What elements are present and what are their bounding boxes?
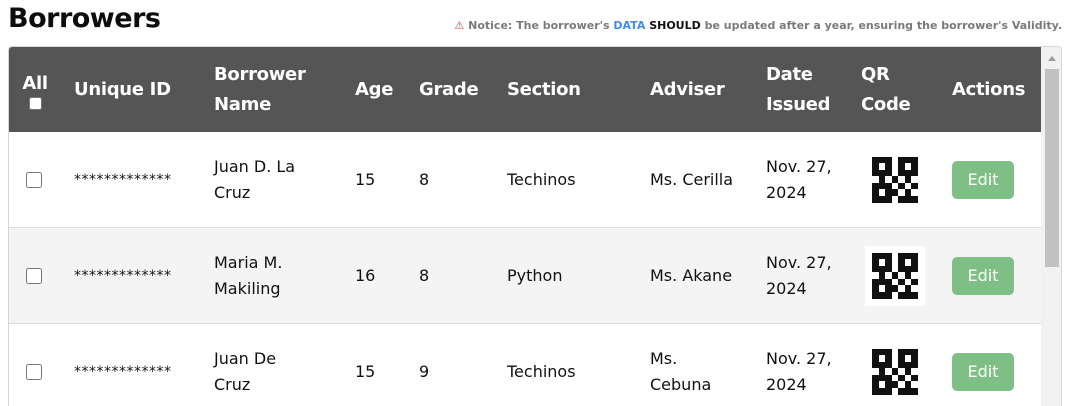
adviser-cell: Ms. Cerilla bbox=[650, 132, 733, 227]
row-select-checkbox[interactable] bbox=[26, 267, 42, 284]
borrower-name-line-1: Juan D. La bbox=[214, 156, 296, 176]
header-section-label: Section bbox=[507, 78, 581, 100]
qr-code-image bbox=[872, 156, 918, 203]
date-line-1: Nov. 27, bbox=[766, 348, 832, 368]
header-qr-label-1: QR bbox=[861, 63, 890, 85]
table-row: ************* Juan De Cruz 15 9 Techinos… bbox=[9, 324, 1041, 406]
header-qr-code: QR Code bbox=[861, 47, 911, 132]
actions-cell: Edit bbox=[952, 132, 1014, 227]
header-date-issued[interactable]: Date Issued bbox=[766, 47, 831, 132]
date-issued-cell: Nov. 27, 2024 bbox=[766, 132, 832, 227]
borrower-name-line-1: Juan De bbox=[214, 348, 277, 368]
header-age[interactable]: Age bbox=[355, 47, 393, 132]
row-select-checkbox[interactable] bbox=[26, 171, 42, 188]
section-cell: Techinos bbox=[507, 169, 576, 189]
date-issued-cell: Nov. 27, 2024 bbox=[766, 228, 832, 323]
notice-prefix: Notice: The borrower's bbox=[468, 19, 614, 32]
header-borrower-label-2: Name bbox=[214, 93, 271, 115]
header-unique-id[interactable]: Unique ID bbox=[74, 47, 171, 132]
unique-id-cell: ************* bbox=[74, 171, 172, 188]
qr-code-image bbox=[872, 348, 918, 395]
borrower-name-line-1: Maria M. bbox=[214, 252, 283, 272]
age-cell: 15 bbox=[355, 361, 376, 381]
header-actions-label: Actions bbox=[952, 78, 1026, 100]
adviser-line-2: Cebuna bbox=[650, 374, 712, 394]
actions-cell: Edit bbox=[952, 324, 1014, 406]
unique-id-cell: ************* bbox=[74, 363, 172, 380]
header-all-label: All bbox=[22, 73, 48, 94]
borrowers-page: Borrowers ⚠ Notice: The borrower's DATA … bbox=[0, 0, 1078, 406]
adviser-line-1: Ms. Cerilla bbox=[650, 169, 734, 189]
notice-suffix: be updated after a year, ensuring the bo… bbox=[700, 19, 1062, 32]
age-cell: 16 bbox=[355, 265, 376, 285]
table-header: All Unique ID Borrower Name Age Grade Se… bbox=[9, 47, 1041, 132]
notice-should-word: SHOULD bbox=[649, 19, 701, 32]
qr-code-icon bbox=[865, 245, 925, 306]
header-adviser[interactable]: Adviser bbox=[650, 47, 725, 132]
age-cell: 15 bbox=[355, 169, 376, 189]
borrower-name-cell: Maria M. Makiling bbox=[214, 228, 282, 323]
header-section[interactable]: Section bbox=[507, 47, 581, 132]
date-line-2: 2024 bbox=[766, 182, 807, 202]
section-cell: Python bbox=[507, 265, 563, 285]
borrowers-table: All Unique ID Borrower Name Age Grade Se… bbox=[8, 46, 1062, 406]
date-issued-cell: Nov. 27, 2024 bbox=[766, 324, 832, 406]
date-line-1: Nov. 27, bbox=[766, 156, 832, 176]
borrower-name-cell: Juan De Cruz bbox=[214, 324, 276, 406]
row-checkbox-cell bbox=[26, 228, 42, 323]
grade-cell: 8 bbox=[419, 265, 430, 285]
vertical-scrollbar[interactable] bbox=[1041, 47, 1061, 406]
row-select-checkbox[interactable] bbox=[26, 363, 42, 380]
header-grade[interactable]: Grade bbox=[419, 47, 479, 132]
scroll-up-arrow-icon[interactable] bbox=[1048, 56, 1056, 61]
select-all-checkbox[interactable] bbox=[28, 97, 42, 110]
date-line-2: 2024 bbox=[766, 278, 807, 298]
qr-code-cell bbox=[865, 324, 925, 406]
table-row: ************* Maria M. Makiling 16 8 Pyt… bbox=[9, 228, 1041, 324]
adviser-cell: Ms. Akane bbox=[650, 228, 732, 323]
adviser-line-1: Ms. Akane bbox=[650, 265, 733, 285]
borrower-name-cell: Juan D. La Cruz bbox=[214, 132, 295, 227]
adviser-line-1: Ms. bbox=[650, 348, 678, 368]
header-grade-label: Grade bbox=[419, 78, 479, 100]
edit-button[interactable]: Edit bbox=[952, 352, 1014, 391]
header-borrower-label-1: Borrower bbox=[214, 63, 306, 85]
date-line-1: Nov. 27, bbox=[766, 252, 832, 272]
header-adviser-label: Adviser bbox=[650, 78, 725, 100]
header-qr-label-2: Code bbox=[861, 93, 911, 115]
qr-code-cell bbox=[865, 228, 925, 323]
actions-cell: Edit bbox=[952, 228, 1014, 323]
date-line-2: 2024 bbox=[766, 374, 807, 394]
qr-code-icon bbox=[865, 341, 925, 402]
edit-button[interactable]: Edit bbox=[952, 256, 1014, 295]
edit-button[interactable]: Edit bbox=[952, 160, 1014, 199]
notice-data-word: DATA bbox=[613, 19, 646, 32]
unique-id-cell: ************* bbox=[74, 267, 172, 284]
grade-cell: 8 bbox=[419, 169, 430, 189]
scroll-thumb[interactable] bbox=[1045, 69, 1059, 267]
borrower-name-line-2: Makiling bbox=[214, 278, 281, 298]
borrower-name-line-2: Cruz bbox=[214, 374, 251, 394]
header-actions: Actions bbox=[952, 47, 1025, 132]
qr-code-icon bbox=[865, 149, 925, 210]
table-row: ************* Juan D. La Cruz 15 8 Techi… bbox=[9, 132, 1041, 228]
header-date-label-1: Date bbox=[766, 63, 813, 85]
header-date-label-2: Issued bbox=[766, 93, 831, 115]
header-age-label: Age bbox=[355, 78, 394, 100]
qr-code-image bbox=[872, 252, 918, 299]
warning-icon: ⚠ bbox=[454, 19, 465, 32]
section-cell: Techinos bbox=[507, 361, 576, 381]
grade-cell: 9 bbox=[419, 361, 430, 381]
borrower-name-line-2: Cruz bbox=[214, 182, 251, 202]
update-notice: ⚠ Notice: The borrower's DATA SHOULD be … bbox=[454, 19, 1062, 32]
row-checkbox-cell bbox=[26, 132, 42, 227]
row-checkbox-cell bbox=[26, 324, 42, 406]
qr-code-cell bbox=[865, 132, 925, 227]
header-unique-id-label: Unique ID bbox=[74, 78, 171, 100]
page-title: Borrowers bbox=[8, 3, 161, 34]
adviser-cell: Ms. Cebuna bbox=[650, 324, 711, 406]
header-all: All bbox=[21, 47, 49, 132]
header-borrower-name[interactable]: Borrower Name bbox=[214, 47, 306, 132]
